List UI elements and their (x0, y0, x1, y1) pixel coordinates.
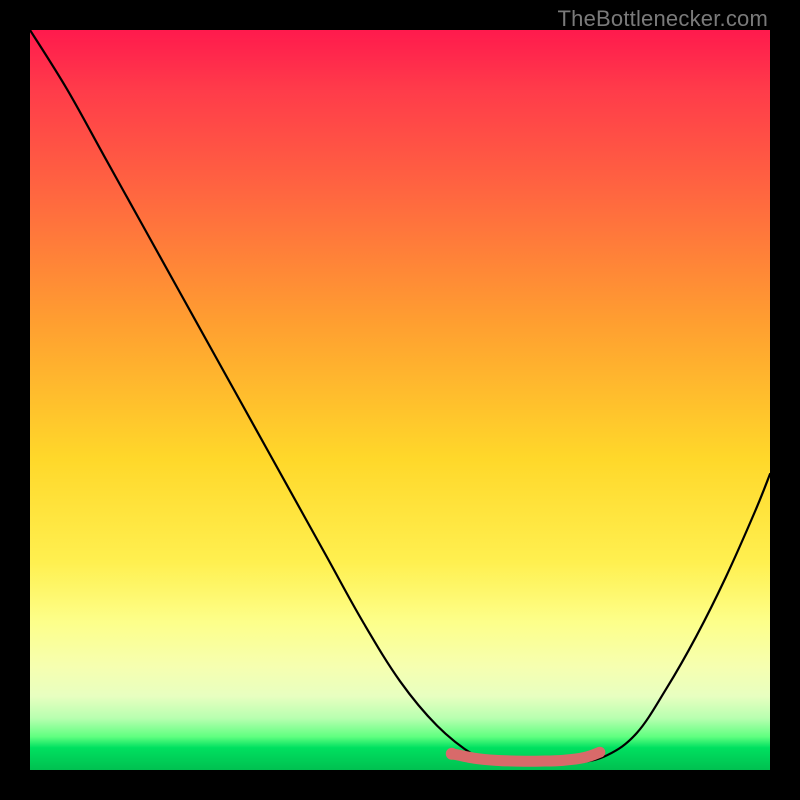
optimal-band-start-dot (446, 748, 458, 760)
plot-area (30, 30, 770, 770)
chart-svg (30, 30, 770, 770)
optimal-band (452, 752, 600, 761)
watermark-text: TheBottlenecker.com (558, 6, 768, 32)
chart-container: TheBottlenecker.com (0, 0, 800, 800)
bottleneck-curve (30, 30, 770, 763)
